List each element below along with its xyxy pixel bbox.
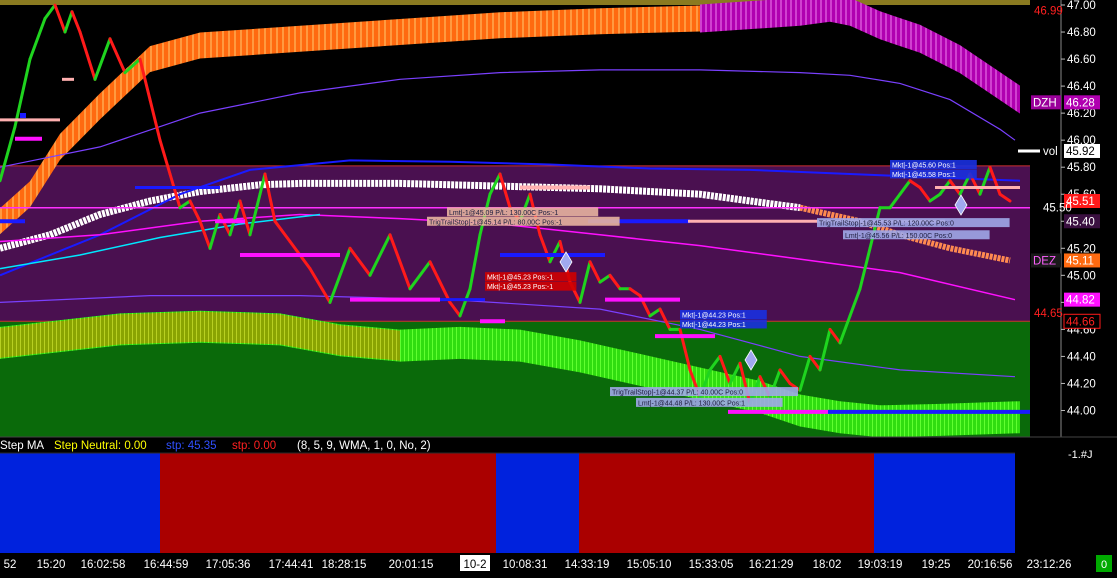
- time-tick-label: 18:02: [813, 559, 842, 571]
- time-tick-label: 16:44:59: [144, 559, 189, 571]
- time-tick-label: 18:28:15: [322, 559, 367, 571]
- price-label: 46.99: [1034, 5, 1063, 17]
- step-ma-bar: [496, 453, 579, 553]
- price-tick-label: 44.00: [1067, 405, 1096, 417]
- price-label: 45.40: [1066, 216, 1095, 228]
- entry-marker: [20, 113, 26, 118]
- price-label: 45.11: [1066, 255, 1094, 267]
- step-ma-neutral: Step Neutral: 0.00: [54, 440, 147, 452]
- step-ma-stp-blue: stp: 45.35: [166, 440, 217, 452]
- step-ma-header: Step MA Step Neutral: 0.00 stp: 45.35 st…: [0, 440, 431, 452]
- price-tick-label: 44.20: [1067, 378, 1096, 390]
- price-label: 45.50: [1043, 203, 1072, 215]
- price-tick-label: 45.00: [1067, 270, 1096, 282]
- status-badge-text: 0: [1101, 559, 1107, 571]
- order-tag-text: TrigTrailStop|-1@44.37 P/L: 40.00C Pos:0: [612, 390, 743, 397]
- time-tick-label: 15:33:05: [689, 559, 734, 571]
- order-tag-text: TrigTrailStop|-1@45.53 P/L: 120.00C Pos:…: [819, 221, 954, 228]
- time-tick-label: 17:44:41: [269, 559, 314, 571]
- step-ma-bar: [160, 453, 496, 553]
- price-label: vol: [1043, 146, 1058, 158]
- time-tick-label: 10-2: [463, 559, 486, 571]
- price-label: 45.92: [1066, 146, 1095, 158]
- price-label: DEZ: [1033, 255, 1056, 267]
- price-tick-label: 44.40: [1067, 351, 1096, 363]
- time-tick-label: 16:21:29: [749, 559, 794, 571]
- price-label: 46.28: [1066, 97, 1095, 109]
- step-ma-bar: [579, 453, 874, 553]
- order-tag-text: TrigTrailStop|-1@45.14 P/L: 80.00C Pos:-…: [429, 219, 562, 226]
- time-tick-label: 52: [4, 559, 17, 571]
- time-tick-label: 16:02:58: [81, 559, 126, 571]
- time-tick-label: 15:05:10: [627, 559, 672, 571]
- price-label: 44.66: [1066, 316, 1095, 328]
- step-ma-value-label: -1.#J: [1068, 449, 1092, 461]
- order-tag-text: Mkt|-1@44.23 Pos:1: [682, 313, 746, 320]
- step-ma-bars: [0, 452, 1015, 553]
- top-ceiling-band: [0, 0, 1030, 5]
- time-tick-label: 23:12:26: [1027, 559, 1072, 571]
- time-tick-label: 20:01:15: [389, 559, 434, 571]
- time-tick-label: 19:03:19: [858, 559, 903, 571]
- step-ma-name: Step MA: [0, 440, 44, 452]
- time-tick-label: 14:33:19: [565, 559, 610, 571]
- time-tick-label: 20:16:56: [968, 559, 1013, 571]
- step-ma-bar: [874, 453, 1015, 553]
- price-tick-label: 47.00: [1067, 0, 1096, 12]
- price-tick-label: 46.60: [1067, 54, 1096, 66]
- step-ma-bar: [0, 453, 160, 553]
- time-tick-label: 19:25: [922, 559, 951, 571]
- time-tick-label: 17:05:36: [206, 559, 251, 571]
- step-ma-params: (8, 5, 9, WMA, 1, 0, No, 2): [297, 440, 431, 452]
- price-label: 44.82: [1066, 295, 1095, 307]
- order-tag-text: Mkt|-1@45.23 Pos:-1: [487, 284, 553, 291]
- order-tag-text: Lmt|-1@45.09 P/L: 130.00C Pos:-1: [449, 210, 558, 217]
- price-label: DZH: [1033, 97, 1057, 109]
- order-tag-text: Mkt|-1@45.23 Pos:-1: [487, 275, 553, 282]
- time-tick-label: 10:08:31: [503, 559, 548, 571]
- step-ma-stp-red: stp: 0.00: [232, 440, 276, 452]
- trading-chart[interactable]: Lmt|-1@45.09 P/L: 130.00C Pos:-1 TrigTrai…: [0, 0, 1117, 573]
- order-tag-text: Lmt|-1@45.56 P/L: 150.00C Pos:0: [845, 233, 952, 240]
- order-tag-text: Mkt|-1@45.58 Pos:1: [892, 172, 956, 179]
- time-tick-label: 15:20: [37, 559, 66, 571]
- resistance-zone: [0, 165, 1030, 322]
- price-tick-label: 45.80: [1067, 162, 1096, 174]
- order-tag-text: Mkt|-1@45.60 Pos:1: [892, 162, 956, 169]
- price-tick-label: 46.80: [1067, 27, 1096, 39]
- order-tag-text: Mkt|-1@44.23 Pos:1: [682, 322, 746, 329]
- order-tag-text: Lmt|-1@44.48 P/L: 130.00C Pos:1: [638, 400, 745, 407]
- price-tick-label: 46.20: [1067, 108, 1096, 120]
- price-tick-label: 46.40: [1067, 81, 1096, 93]
- price-label: 44.65: [1034, 308, 1063, 320]
